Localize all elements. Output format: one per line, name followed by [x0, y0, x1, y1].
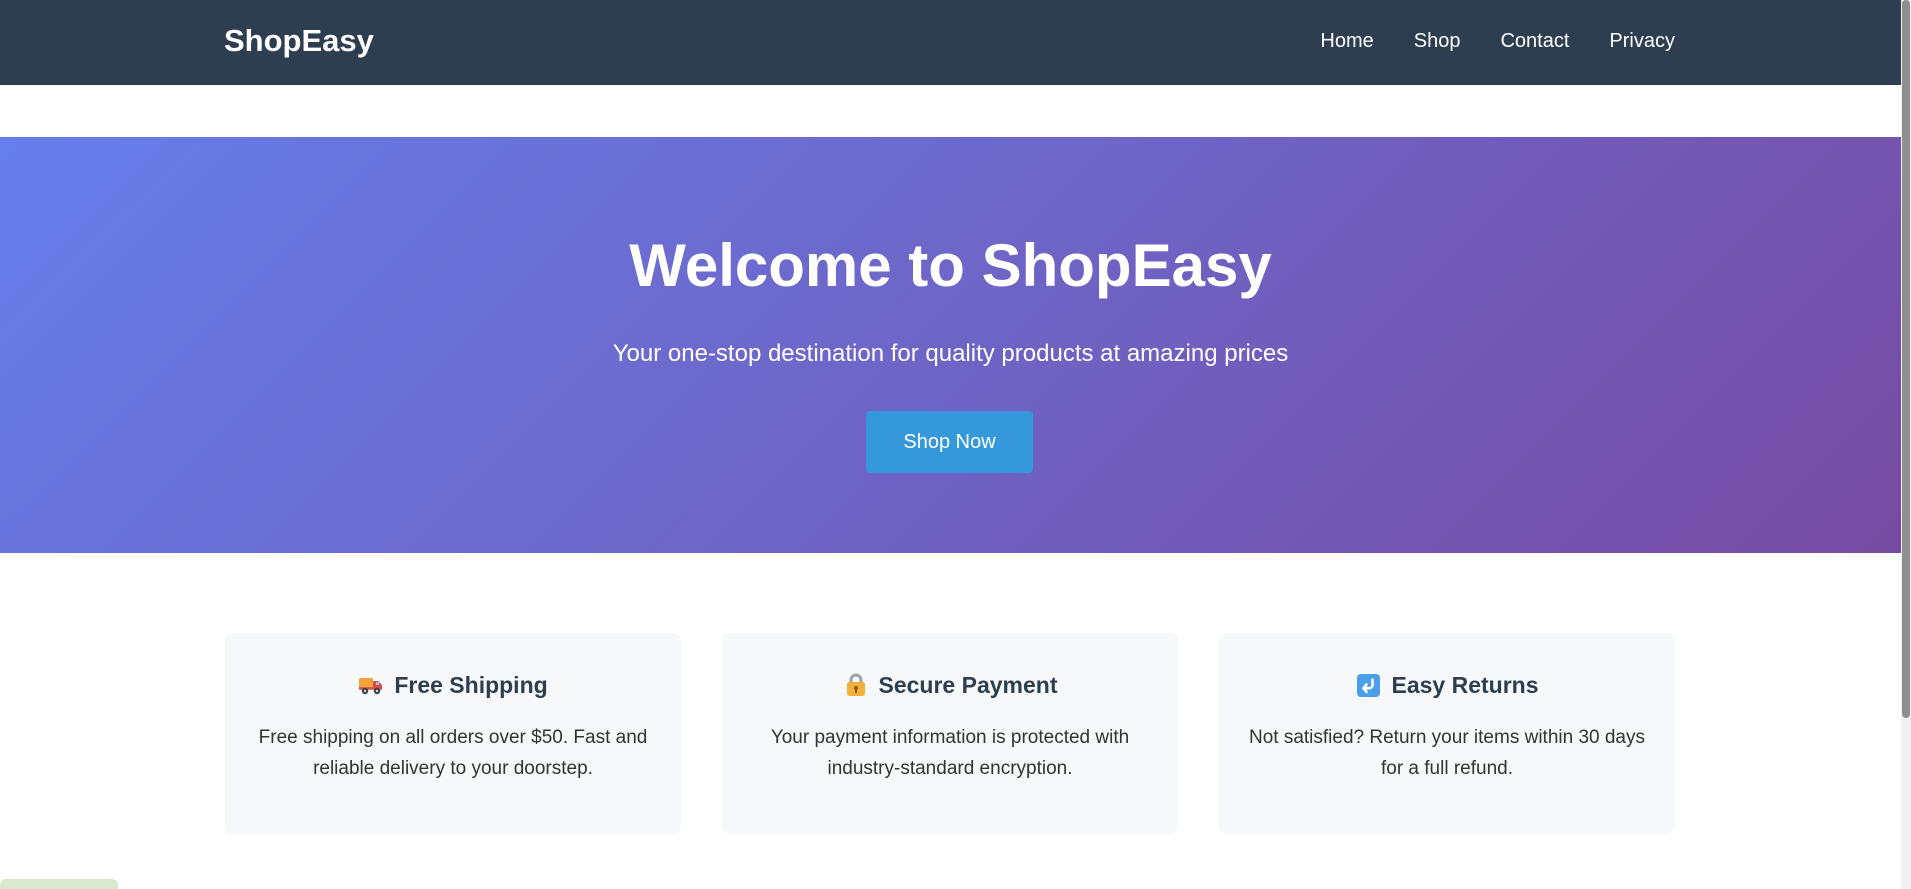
- nav-link-contact[interactable]: Contact: [1500, 29, 1569, 53]
- feature-card-payment: Secure Payment Your payment information …: [722, 633, 1178, 834]
- vertical-scrollbar[interactable]: [1901, 0, 1911, 889]
- truck-icon: [358, 672, 384, 698]
- lock-icon: [843, 672, 869, 698]
- hero-title: Welcome to ShopEasy: [629, 232, 1272, 299]
- top-navbar: ShopEasy Home Shop Contact Privacy: [0, 0, 1901, 85]
- nav-link-privacy[interactable]: Privacy: [1609, 29, 1675, 53]
- feature-title: Free Shipping: [394, 672, 548, 698]
- bottom-corner-tab: [0, 879, 118, 889]
- scrollbar-thumb[interactable]: [1902, 0, 1910, 718]
- feature-heading: Easy Returns: [1219, 671, 1675, 699]
- features-section: Free Shipping Free shipping on all order…: [225, 633, 1675, 834]
- return-arrow-icon: [1355, 672, 1381, 698]
- page: ShopEasy Home Shop Contact Privacy Welco…: [0, 0, 1911, 889]
- feature-description: Free shipping on all orders over $50. Fa…: [258, 727, 648, 779]
- feature-heading: Secure Payment: [722, 671, 1178, 699]
- hero-subtitle: Your one-stop destination for quality pr…: [612, 340, 1289, 367]
- hero-banner: Welcome to ShopEasy Your one-stop destin…: [0, 137, 1901, 553]
- nav-link-shop[interactable]: Shop: [1414, 29, 1461, 53]
- feature-title: Easy Returns: [1391, 672, 1539, 698]
- feature-description: Not satisfied? Return your items within …: [1248, 727, 1645, 779]
- feature-description: Your payment information is protected wi…: [770, 727, 1130, 779]
- feature-card-shipping: Free Shipping Free shipping on all order…: [225, 633, 681, 834]
- feature-title: Secure Payment: [878, 672, 1058, 698]
- feature-heading: Free Shipping: [225, 671, 681, 699]
- feature-card-returns: Easy Returns Not satisfied? Return your …: [1219, 633, 1675, 834]
- shop-now-button[interactable]: Shop Now: [866, 411, 1033, 473]
- nav-link-home[interactable]: Home: [1320, 29, 1373, 53]
- primary-navigation: Home Shop Contact Privacy: [1320, 29, 1675, 53]
- brand-logo-text[interactable]: ShopEasy: [224, 22, 374, 60]
